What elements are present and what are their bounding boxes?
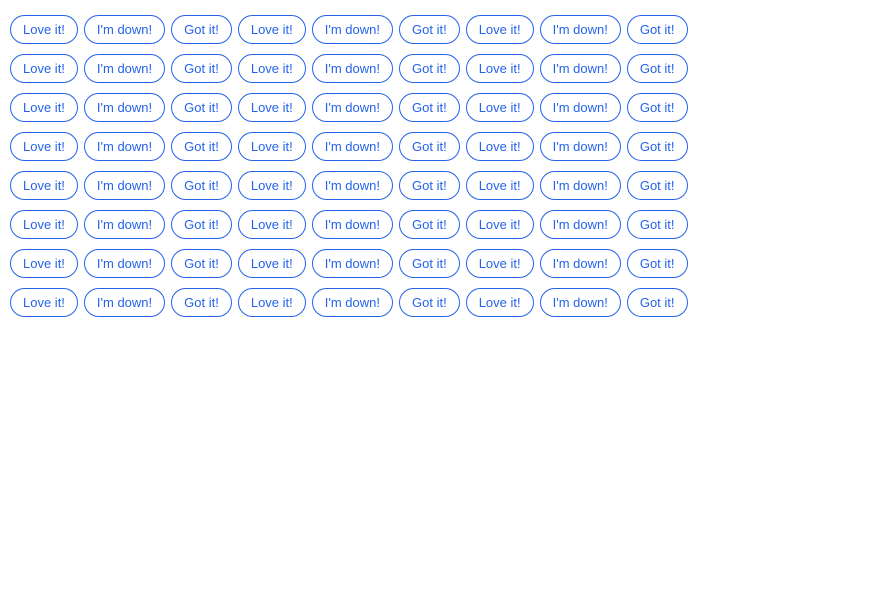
pill-button[interactable]: Love it!	[238, 249, 306, 278]
pill-button[interactable]: I'm down!	[312, 132, 393, 161]
pill-button[interactable]: Love it!	[238, 15, 306, 44]
pill-button[interactable]: I'm down!	[84, 288, 165, 317]
pill-button[interactable]: Love it!	[466, 15, 534, 44]
pill-button[interactable]: I'm down!	[312, 15, 393, 44]
pill-button[interactable]: Love it!	[10, 210, 78, 239]
pill-button[interactable]: I'm down!	[540, 132, 621, 161]
button-row: Love it!I'm down!Got it!Love it!I'm down…	[10, 132, 886, 161]
pill-button[interactable]: Got it!	[627, 288, 688, 317]
pill-button[interactable]: Got it!	[171, 171, 232, 200]
pill-button[interactable]: Love it!	[10, 93, 78, 122]
pill-button[interactable]: Got it!	[627, 15, 688, 44]
button-grid: Love it!I'm down!Got it!Love it!I'm down…	[0, 0, 896, 342]
pill-button[interactable]: Got it!	[171, 15, 232, 44]
pill-button[interactable]: I'm down!	[540, 15, 621, 44]
pill-button[interactable]: Love it!	[238, 93, 306, 122]
pill-button[interactable]: Got it!	[171, 210, 232, 239]
pill-button[interactable]: I'm down!	[312, 210, 393, 239]
pill-button[interactable]: I'm down!	[84, 171, 165, 200]
pill-button[interactable]: Got it!	[627, 54, 688, 83]
pill-button[interactable]: I'm down!	[312, 288, 393, 317]
pill-button[interactable]: Love it!	[466, 171, 534, 200]
button-row: Love it!I'm down!Got it!Love it!I'm down…	[10, 54, 886, 83]
button-row: Love it!I'm down!Got it!Love it!I'm down…	[10, 93, 886, 122]
pill-button[interactable]: Got it!	[171, 93, 232, 122]
pill-button[interactable]: Love it!	[238, 171, 306, 200]
pill-button[interactable]: Love it!	[238, 54, 306, 83]
pill-button[interactable]: Got it!	[399, 249, 460, 278]
pill-button[interactable]: Got it!	[171, 249, 232, 278]
button-row: Love it!I'm down!Got it!Love it!I'm down…	[10, 288, 886, 317]
pill-button[interactable]: Love it!	[466, 93, 534, 122]
pill-button[interactable]: Love it!	[10, 288, 78, 317]
pill-button[interactable]: Love it!	[10, 249, 78, 278]
pill-button[interactable]: I'm down!	[84, 54, 165, 83]
button-row: Love it!I'm down!Got it!Love it!I'm down…	[10, 249, 886, 278]
pill-button[interactable]: Love it!	[10, 132, 78, 161]
pill-button[interactable]: Got it!	[171, 288, 232, 317]
pill-button[interactable]: Love it!	[466, 132, 534, 161]
pill-button[interactable]: Got it!	[627, 249, 688, 278]
pill-button[interactable]: Got it!	[399, 132, 460, 161]
pill-button[interactable]: Got it!	[399, 171, 460, 200]
pill-button[interactable]: Got it!	[171, 132, 232, 161]
pill-button[interactable]: Love it!	[10, 54, 78, 83]
button-row: Love it!I'm down!Got it!Love it!I'm down…	[10, 15, 886, 44]
pill-button[interactable]: Love it!	[466, 210, 534, 239]
pill-button[interactable]: I'm down!	[312, 54, 393, 83]
pill-button[interactable]: Got it!	[399, 15, 460, 44]
pill-button[interactable]: I'm down!	[84, 210, 165, 239]
pill-button[interactable]: Love it!	[10, 15, 78, 44]
pill-button[interactable]: I'm down!	[312, 93, 393, 122]
pill-button[interactable]: I'm down!	[84, 15, 165, 44]
pill-button[interactable]: Love it!	[10, 171, 78, 200]
pill-button[interactable]: I'm down!	[84, 249, 165, 278]
pill-button[interactable]: Love it!	[238, 132, 306, 161]
pill-button[interactable]: I'm down!	[540, 210, 621, 239]
pill-button[interactable]: Got it!	[627, 171, 688, 200]
pill-button[interactable]: Got it!	[171, 54, 232, 83]
pill-button[interactable]: I'm down!	[540, 171, 621, 200]
pill-button[interactable]: I'm down!	[312, 249, 393, 278]
pill-button[interactable]: I'm down!	[312, 171, 393, 200]
pill-button[interactable]: Got it!	[627, 93, 688, 122]
pill-button[interactable]: Love it!	[466, 249, 534, 278]
pill-button[interactable]: Got it!	[399, 54, 460, 83]
pill-button[interactable]: Got it!	[399, 93, 460, 122]
pill-button[interactable]: Got it!	[627, 132, 688, 161]
pill-button[interactable]: I'm down!	[84, 132, 165, 161]
pill-button[interactable]: Love it!	[466, 288, 534, 317]
pill-button[interactable]: I'm down!	[84, 93, 165, 122]
pill-button[interactable]: Love it!	[238, 288, 306, 317]
pill-button[interactable]: Love it!	[238, 210, 306, 239]
button-row: Love it!I'm down!Got it!Love it!I'm down…	[10, 210, 886, 239]
pill-button[interactable]: Got it!	[627, 210, 688, 239]
pill-button[interactable]: Got it!	[399, 288, 460, 317]
pill-button[interactable]: Got it!	[399, 210, 460, 239]
pill-button[interactable]: Love it!	[466, 54, 534, 83]
pill-button[interactable]: I'm down!	[540, 54, 621, 83]
button-row: Love it!I'm down!Got it!Love it!I'm down…	[10, 171, 886, 200]
pill-button[interactable]: I'm down!	[540, 249, 621, 278]
pill-button[interactable]: I'm down!	[540, 93, 621, 122]
pill-button[interactable]: I'm down!	[540, 288, 621, 317]
